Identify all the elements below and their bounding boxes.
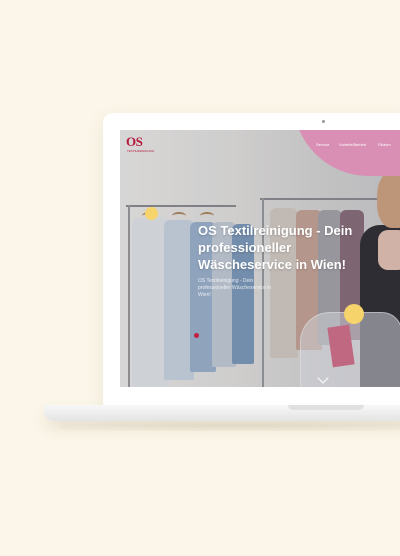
nav-item-vorteile[interactable]: Vorteile/Betrieb [339, 142, 366, 147]
logo[interactable]: OS [126, 135, 143, 148]
decor-dot-yellow [145, 207, 158, 220]
nav-item-service[interactable]: Service [316, 142, 329, 147]
decor-dot-yellow-large [344, 304, 364, 324]
laptop-shadow [60, 421, 400, 431]
hero-headline: OS Textilreinigung - Dein professionelle… [198, 223, 353, 272]
decor-dot-red [194, 333, 199, 338]
laptop-base-notch [288, 405, 364, 410]
laptop-camera [322, 120, 325, 123]
laptop-screen: OS TEXTILREINIGUNG Service Vorteile/Betr… [120, 130, 400, 387]
hero-subtext: OS Textilreinigung - Dein professionelle… [198, 278, 272, 298]
logo-tagline: TEXTILREINIGUNG [127, 149, 155, 153]
nav-item-filialen[interactable]: Filialen [378, 142, 391, 147]
